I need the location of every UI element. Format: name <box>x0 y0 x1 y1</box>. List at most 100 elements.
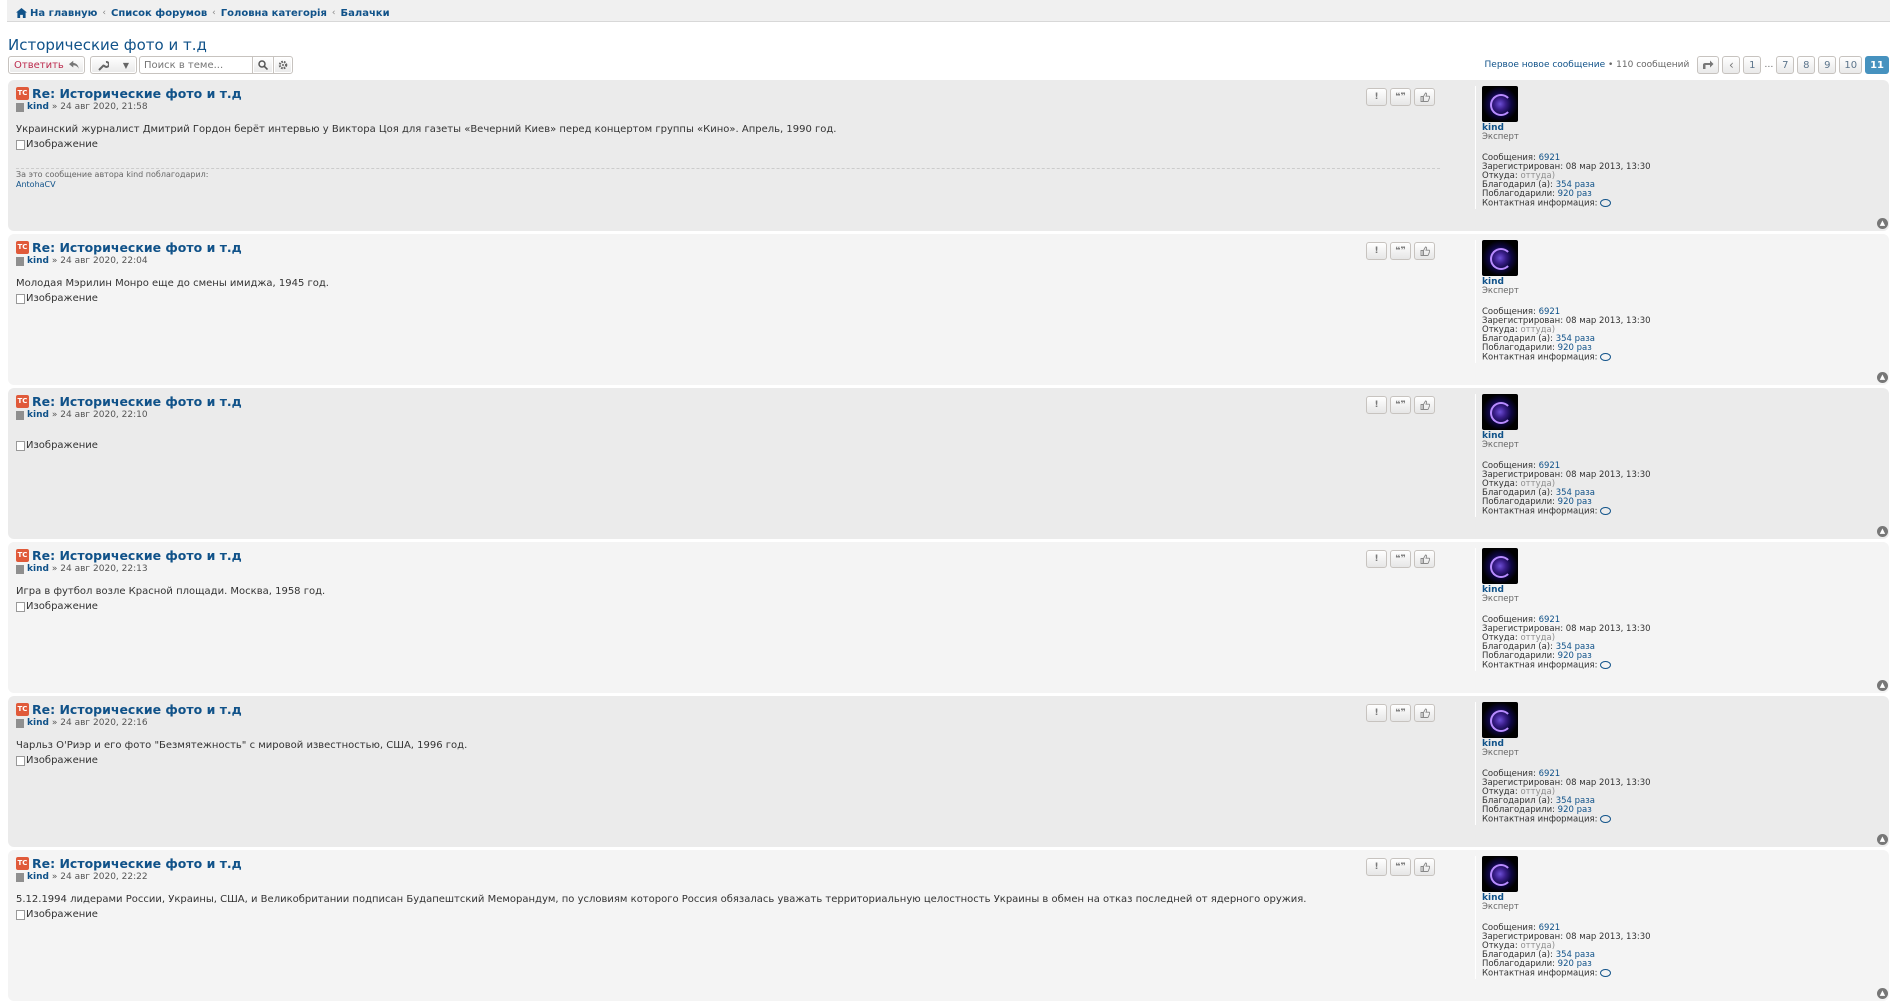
back-to-top-icon[interactable]: ▲ <box>1877 988 1888 999</box>
exclamation-icon: ! <box>1374 246 1379 256</box>
quote-button[interactable]: ❝❞ <box>1390 858 1411 876</box>
avatar[interactable] <box>1482 856 1518 892</box>
broken-image-icon <box>16 139 25 150</box>
breadcrumb-label: На главную <box>30 7 98 19</box>
page-link[interactable]: 7 <box>1776 56 1795 74</box>
contact-icon[interactable] <box>1600 199 1612 207</box>
first-unread-link[interactable]: Первое новое сообщение <box>1485 60 1606 70</box>
topic-starter-icon: TC <box>16 87 29 100</box>
back-to-top-icon[interactable]: ▲ <box>1877 680 1888 691</box>
stat-label: Контактная информация: <box>1482 506 1598 517</box>
avatar[interactable] <box>1482 86 1518 122</box>
thanks-button[interactable] <box>1414 550 1435 568</box>
post-author[interactable]: kind <box>27 564 49 574</box>
stat-label: Контактная информация: <box>1482 352 1598 363</box>
back-to-top-icon[interactable]: ▲ <box>1877 834 1888 845</box>
breadcrumb-item-category[interactable]: Головна категорія <box>221 8 327 19</box>
stat-was-thanked[interactable]: 920 раз <box>1558 343 1592 353</box>
post-title-link[interactable]: Re: Исторические фото и т.д <box>32 240 242 255</box>
home-icon <box>16 8 27 18</box>
post-author[interactable]: kind <box>27 872 49 882</box>
breadcrumb-item-forums[interactable]: Список форумов <box>111 8 207 19</box>
report-button[interactable]: ! <box>1366 242 1387 260</box>
report-button[interactable]: ! <box>1366 704 1387 722</box>
contact-icon[interactable] <box>1600 815 1612 823</box>
page-link[interactable]: 1 <box>1743 56 1762 74</box>
report-button[interactable]: ! <box>1366 88 1387 106</box>
thanks-button[interactable] <box>1414 242 1435 260</box>
post-author[interactable]: kind <box>27 410 49 420</box>
avatar[interactable] <box>1482 240 1518 276</box>
post-profile: kind Эксперт Сообщения: 6921 Зарегистрир… <box>1475 548 1655 671</box>
post-profile: kind Эксперт Сообщения: 6921 Зарегистрир… <box>1475 86 1655 209</box>
pagination: Первое новое сообщение • 110 сообщений ‹… <box>1485 56 1889 74</box>
thanks-label: За это сообщение автора kind поблагодари… <box>16 170 209 179</box>
breadcrumb-label: Головна категорія <box>220 7 327 19</box>
contact-icon[interactable] <box>1600 353 1612 361</box>
report-button[interactable]: ! <box>1366 550 1387 568</box>
stat-registered: 08 мар 2013, 13:30 <box>1565 162 1651 172</box>
thumbs-up-icon <box>1420 92 1430 102</box>
thanks-button[interactable] <box>1414 88 1435 106</box>
post-author[interactable]: kind <box>27 718 49 728</box>
back-to-top-icon[interactable]: ▲ <box>1877 372 1888 383</box>
post-buttons: ! ❝❞ <box>1366 88 1435 106</box>
post-file-icon <box>16 102 24 112</box>
post-author[interactable]: kind <box>27 256 49 266</box>
breadcrumb-item-home[interactable]: На главную <box>16 8 97 19</box>
breadcrumb-item-forum[interactable]: Балачки <box>341 8 390 19</box>
page-link[interactable]: 8 <box>1797 56 1816 74</box>
reply-button[interactable]: Ответить <box>8 56 85 74</box>
jump-to-page-button[interactable] <box>1697 56 1720 74</box>
topic-tools-button[interactable]: ▼ <box>90 56 137 74</box>
post-title-link[interactable]: Re: Исторические фото и т.д <box>32 394 242 409</box>
post-title-link[interactable]: Re: Исторические фото и т.д <box>32 86 242 101</box>
avatar[interactable] <box>1482 394 1518 430</box>
quote-button[interactable]: ❝❞ <box>1390 242 1411 260</box>
page-link[interactable]: 10 <box>1839 56 1863 74</box>
search-icon <box>258 60 268 70</box>
previous-page-button[interactable]: ‹ <box>1722 56 1741 74</box>
back-to-top-icon[interactable]: ▲ <box>1877 526 1888 537</box>
back-to-top-icon[interactable]: ▲ <box>1877 218 1888 229</box>
exclamation-icon: ! <box>1374 862 1379 872</box>
search-button[interactable] <box>252 56 274 74</box>
wrench-icon <box>98 60 109 71</box>
broken-image-icon <box>16 440 25 451</box>
quote-icon: ❝❞ <box>1395 708 1406 718</box>
report-button[interactable]: ! <box>1366 396 1387 414</box>
thanks-button[interactable] <box>1414 396 1435 414</box>
contact-icon[interactable] <box>1600 661 1612 669</box>
contact-icon[interactable] <box>1600 507 1612 515</box>
stat-was-thanked[interactable]: 920 раз <box>1558 805 1592 815</box>
quote-button[interactable]: ❝❞ <box>1390 396 1411 414</box>
post-file-icon <box>16 872 24 882</box>
post-profile: kind Эксперт Сообщения: 6921 Зарегистрир… <box>1475 240 1655 363</box>
stat-was-thanked[interactable]: 920 раз <box>1558 189 1592 199</box>
report-button[interactable]: ! <box>1366 858 1387 876</box>
avatar[interactable] <box>1482 548 1518 584</box>
thanks-button[interactable] <box>1414 858 1435 876</box>
quote-button[interactable]: ❝❞ <box>1390 88 1411 106</box>
broken-image-icon <box>16 293 25 304</box>
advanced-search-button[interactable] <box>273 56 293 74</box>
page-link[interactable]: 9 <box>1818 56 1837 74</box>
profile-stats: Сообщения: 6921 Зарегистрирован: 08 мар … <box>1482 770 1655 825</box>
contact-icon[interactable] <box>1600 969 1612 977</box>
stat-was-thanked[interactable]: 920 раз <box>1558 651 1592 661</box>
stat-was-thanked[interactable]: 920 раз <box>1558 497 1592 507</box>
post-title-link[interactable]: Re: Исторические фото и т.д <box>32 856 242 871</box>
exclamation-icon: ! <box>1374 554 1379 564</box>
topic-title[interactable]: Исторические фото и т.д <box>8 36 1897 54</box>
post-author[interactable]: kind <box>27 102 49 112</box>
post-title-link[interactable]: Re: Исторические фото и т.д <box>32 548 242 563</box>
thanks-user-link[interactable]: AntohaCV <box>16 180 56 189</box>
thanks-button[interactable] <box>1414 704 1435 722</box>
stat-was-thanked[interactable]: 920 раз <box>1558 959 1592 969</box>
search-input[interactable] <box>139 56 253 74</box>
quote-button[interactable]: ❝❞ <box>1390 704 1411 722</box>
quote-button[interactable]: ❝❞ <box>1390 550 1411 568</box>
avatar[interactable] <box>1482 702 1518 738</box>
profile-stats: Сообщения: 6921 Зарегистрирован: 08 мар … <box>1482 924 1655 979</box>
post-title-link[interactable]: Re: Исторические фото и т.д <box>32 702 242 717</box>
